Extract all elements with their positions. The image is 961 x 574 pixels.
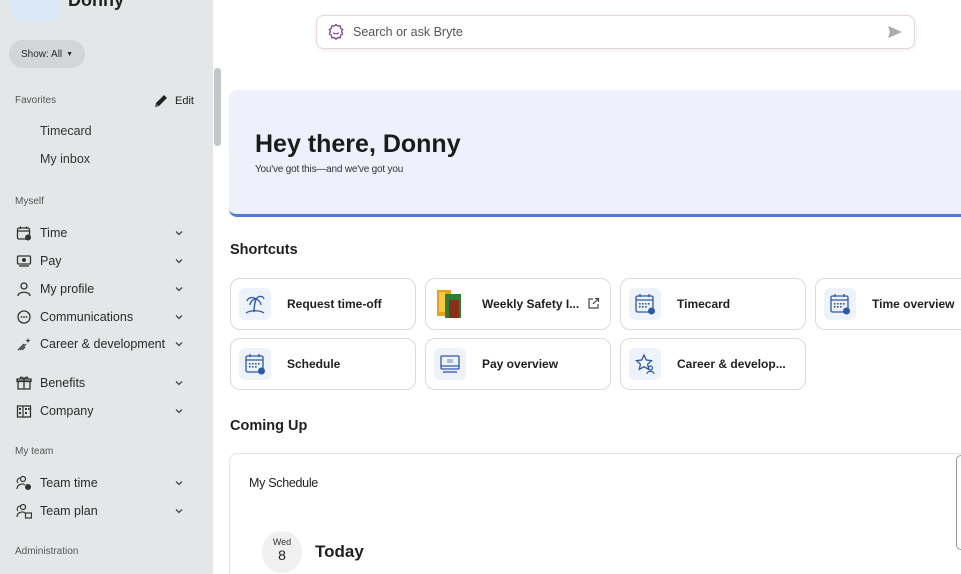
chevron-down-icon[interactable] — [173, 255, 185, 267]
shortcut-weekly-safety[interactable]: Weekly Safety I... — [425, 278, 611, 330]
shortcut-label: Pay overview — [482, 357, 559, 371]
sidebar-item-label: Pay — [40, 253, 62, 268]
money-icon — [15, 252, 33, 270]
building-icon — [15, 402, 33, 420]
sidebar-item-company[interactable]: Company — [15, 402, 185, 420]
sidebar-item-career-development[interactable]: Career & development — [15, 335, 185, 353]
day-name: Wed — [272, 537, 292, 547]
chevron-down-icon[interactable] — [173, 227, 185, 239]
safety-logo-icon — [434, 288, 466, 320]
chevron-down-icon[interactable] — [173, 377, 185, 389]
edit-favorites-button[interactable]: Edit — [153, 93, 194, 109]
user-name: Donny — [68, 0, 124, 10]
search-input[interactable]: Search or ask Bryte — [353, 25, 886, 39]
shortcut-schedule[interactable]: Schedule — [230, 338, 416, 390]
sidebar-item-team-plan[interactable]: Team plan — [15, 502, 185, 520]
calendar-clock-icon — [15, 224, 33, 242]
my-team-label: My team — [15, 446, 54, 457]
avatar[interactable] — [10, 0, 62, 22]
chevron-down-icon[interactable] — [173, 405, 185, 417]
coming-up-heading: Coming Up — [230, 418, 308, 434]
edit-label: Edit — [175, 95, 194, 107]
sidebar-item-time[interactable]: Time — [15, 224, 185, 242]
gift-icon — [15, 374, 33, 392]
shortcut-timecard[interactable]: Timecard — [620, 278, 806, 330]
sidebar-item-team-time[interactable]: Team time — [15, 474, 185, 492]
show-filter-label: Show: All — [21, 48, 63, 60]
team-clock-icon — [15, 474, 33, 492]
today-label: Today — [315, 542, 364, 561]
shortcut-request-time-off[interactable]: Request time-off — [230, 278, 416, 330]
shortcut-label: Weekly Safety I... — [482, 297, 580, 311]
shortcut-label: Schedule — [287, 357, 341, 371]
sidebar-item-label: Team time — [40, 475, 98, 490]
person-icon — [15, 280, 33, 298]
calendar-clock-icon — [629, 288, 661, 320]
team-plan-icon — [15, 502, 33, 520]
shortcut-pay-overview[interactable]: Pay overview — [425, 338, 611, 390]
monitor-icon — [434, 348, 466, 380]
shortcut-time-overview[interactable]: Time overview — [815, 278, 961, 330]
sidebar-item-communications[interactable]: Communications — [15, 308, 185, 326]
welcome-subtitle: You've got this—and we've got you — [255, 164, 404, 175]
shortcut-label: Request time-off — [287, 297, 382, 311]
chevron-down-icon[interactable] — [173, 283, 185, 295]
chevron-down-icon[interactable] — [173, 311, 185, 323]
carousel-handle[interactable] — [956, 455, 961, 550]
my-schedule-card: My Schedule Wed 8 Today — [229, 453, 961, 574]
show-filter-button[interactable]: Show: All ▼ — [9, 40, 86, 68]
sidebar: Donny Show: All ▼ Favorites Edit Timecar… — [0, 0, 213, 574]
sidebar-item-label: Time — [40, 225, 68, 240]
favorites-label: Favorites — [15, 95, 57, 106]
day-badge: Wed 8 — [262, 531, 302, 573]
sidebar-item-label: Company — [40, 403, 94, 418]
shortcuts-heading: Shortcuts — [230, 242, 298, 258]
chevron-down-icon[interactable] — [173, 505, 185, 517]
shortcut-label: Time overview — [872, 297, 955, 311]
search-bar[interactable]: Search or ask Bryte — [316, 15, 915, 49]
palm-tree-icon — [239, 288, 271, 320]
send-icon[interactable] — [886, 23, 904, 41]
star-person-icon — [629, 348, 661, 380]
favorite-item-timecard[interactable]: Timecard — [40, 124, 92, 138]
sidebar-item-pay[interactable]: Pay — [15, 252, 185, 270]
sidebar-item-benefits[interactable]: Benefits — [15, 374, 185, 392]
favorite-item-my-inbox[interactable]: My inbox — [40, 152, 90, 166]
shortcut-label: Career & develop... — [677, 357, 786, 371]
sidebar-item-my-profile[interactable]: My profile — [15, 280, 185, 298]
administration-label: Administration — [15, 546, 79, 557]
calendar-clock-icon — [239, 348, 271, 380]
calendar-clock-icon — [824, 288, 856, 320]
caret-down-icon: ▼ — [66, 50, 74, 58]
shortcut-career-development[interactable]: Career & develop... — [620, 338, 806, 390]
chevron-down-icon[interactable] — [173, 477, 185, 489]
myself-label: Myself — [15, 196, 44, 207]
chat-icon — [15, 308, 33, 326]
sidebar-item-label: My profile — [40, 281, 95, 296]
welcome-title: Hey there, Donny — [255, 130, 461, 158]
my-schedule-title: My Schedule — [249, 476, 318, 490]
day-number: 8 — [278, 547, 286, 563]
sidebar-item-label: Career & development — [40, 336, 166, 351]
sidebar-item-label: Benefits — [40, 375, 86, 390]
sidebar-item-label: Communications — [40, 309, 134, 324]
pencil-icon — [155, 95, 167, 107]
welcome-banner: Hey there, Donny You've got this—and we'… — [229, 90, 961, 217]
chevron-down-icon[interactable] — [173, 338, 185, 350]
shortcut-label: Timecard — [677, 297, 731, 311]
external-link-icon — [588, 297, 600, 309]
sidebar-item-label: Team plan — [40, 503, 98, 518]
bryte-assistant-icon — [328, 23, 344, 41]
sidebar-scrollbar[interactable] — [214, 68, 221, 146]
sparkle-growth-icon — [15, 335, 33, 353]
